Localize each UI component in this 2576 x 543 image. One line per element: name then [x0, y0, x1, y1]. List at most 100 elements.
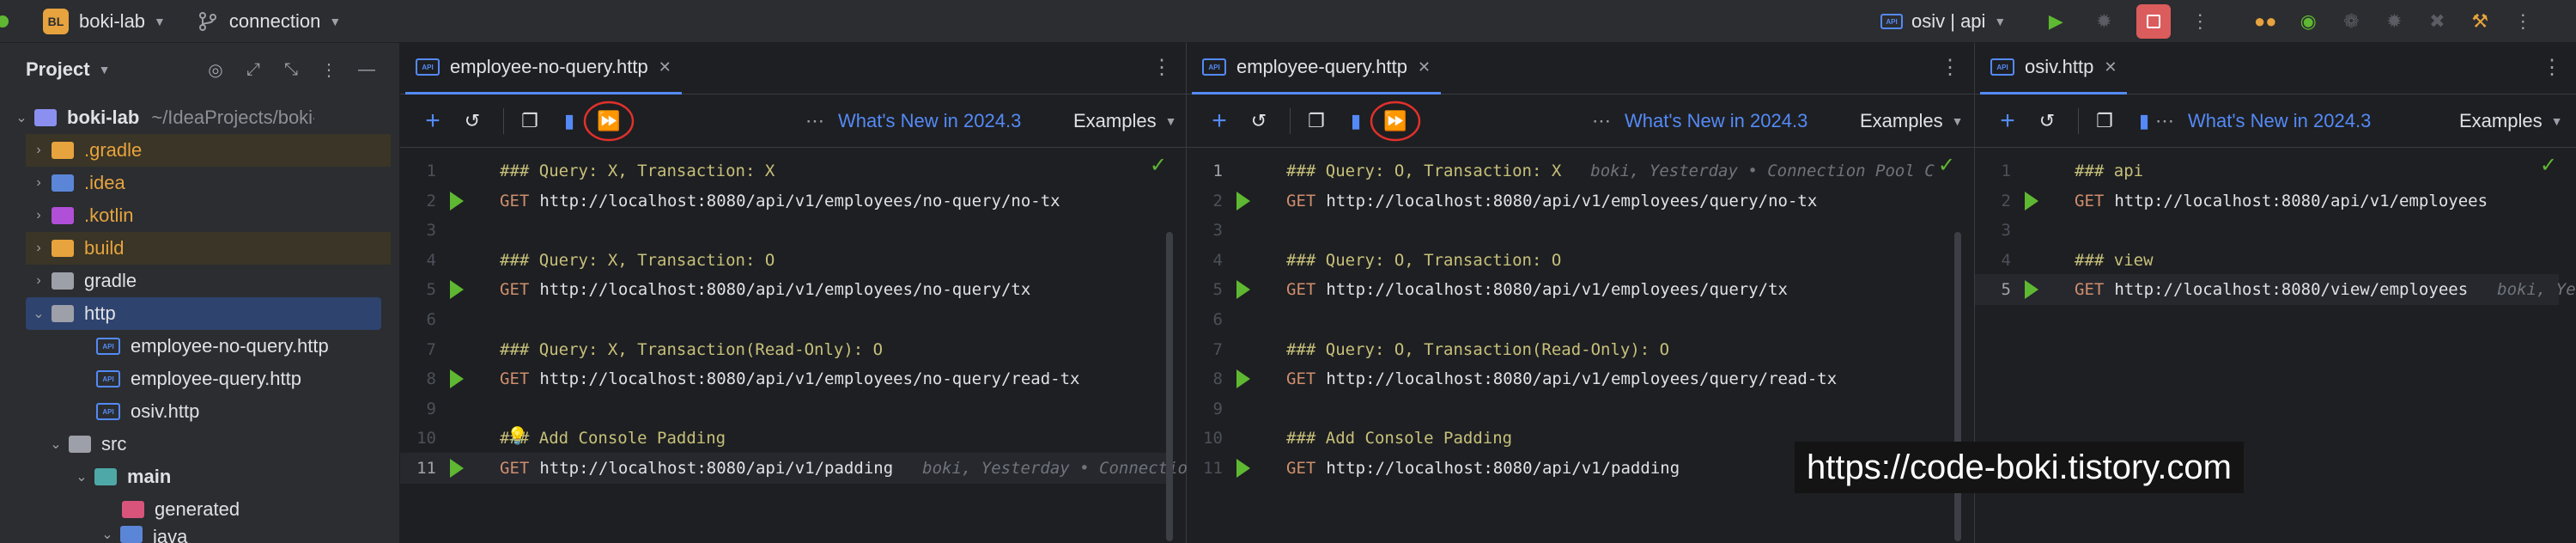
collapse-all-icon[interactable]: ⤡ [278, 57, 304, 82]
project-switcher[interactable]: BL boki-lab ▼ [43, 8, 166, 34]
request-url[interactable]: http://localhost:8080/api/v1/padding [539, 459, 893, 478]
run-request-icon[interactable] [1236, 191, 1250, 210]
locate-icon[interactable]: ◎ [203, 57, 228, 82]
attach-icon[interactable]: ✖ [2421, 6, 2452, 37]
comment-line[interactable]: ### api [2075, 156, 2143, 186]
run-request-icon[interactable] [450, 459, 464, 478]
request-url[interactable]: http://localhost:8080/api/v1/padding [1326, 459, 1680, 478]
close-icon[interactable]: ✕ [1418, 58, 1431, 76]
request-line[interactable]: GET http://localhost:8080/view/employees b… [2075, 275, 2576, 304]
request-line[interactable]: GET http://localhost:8080/api/v1/padding b… [500, 454, 1188, 483]
whats-new-link[interactable]: ⋯ What's New in 2024.3 [805, 110, 1021, 132]
run-icon[interactable]: ▶ [2040, 6, 2071, 37]
request-url[interactable]: http://localhost:8080/view/employees [2114, 280, 2468, 299]
request-line[interactable]: GET http://localhost:8080/api/v1/employee… [1286, 275, 1788, 304]
options-icon[interactable]: ⋮ [316, 57, 342, 82]
examples-dropdown[interactable]: Examples ▼ [1073, 110, 1176, 132]
request-line[interactable]: GET http://localhost:8080/api/v1/padding [1286, 454, 1680, 483]
tab-options-icon[interactable]: ⋮ [2542, 55, 2562, 80]
tree-item-http[interactable]: ⌄ http [26, 297, 381, 330]
tree-item-java[interactable]: ⌄ java [94, 526, 391, 543]
copy-icon[interactable]: ❐ [1299, 104, 1334, 138]
close-icon[interactable]: ✕ [659, 58, 671, 76]
history-icon[interactable]: ↺ [455, 104, 489, 138]
request-line[interactable]: GET http://localhost:8080/api/v1/employee… [500, 364, 1079, 394]
tab-options-icon[interactable]: ⋮ [1151, 55, 1172, 80]
branch-switcher[interactable]: connection ▼ [197, 10, 341, 33]
comment-line[interactable]: ### Query: O, Transaction: X boki, Yester… [1286, 156, 1935, 186]
close-icon[interactable]: ✕ [2104, 58, 2117, 76]
request-url[interactable]: http://localhost:8080/api/v1/employees/q… [1326, 280, 1788, 299]
request-url[interactable]: http://localhost:8080/api/v1/employees/q… [1326, 192, 1817, 210]
run-config-selector[interactable]: API osiv | api ▼ [1880, 10, 2006, 33]
request-line[interactable]: GET http://localhost:8080/api/v1/employee… [500, 275, 1030, 304]
code-with-me-icon[interactable]: ●● [2250, 6, 2281, 37]
profiler-icon[interactable]: ❁ [2336, 6, 2366, 37]
convert-icon[interactable]: ▮ [1339, 104, 1373, 138]
tree-item-osiv[interactable]: API osiv.http [96, 395, 391, 428]
expand-all-icon[interactable]: ⤢ [240, 57, 266, 82]
run-request-icon[interactable] [1236, 369, 1250, 389]
run-request-icon[interactable] [1236, 280, 1250, 300]
comment-line[interactable]: ### Add Console Padding [500, 424, 726, 453]
coverage-icon[interactable]: ✹ [2379, 6, 2409, 37]
convert-icon[interactable]: ▮ [552, 104, 586, 138]
copy-icon[interactable]: ❐ [2087, 104, 2122, 138]
hide-icon[interactable]: — [354, 57, 380, 82]
tree-item-gradle[interactable]: › gradle [26, 265, 391, 297]
comment-line[interactable]: ### Query: X, Transaction: O [500, 246, 775, 275]
tree-item-kotlin[interactable]: › .kotlin [26, 199, 391, 232]
ai-assistant-icon[interactable]: ◉ [2293, 6, 2324, 37]
request-url[interactable]: http://localhost:8080/api/v1/employees/q… [1326, 369, 1837, 388]
comment-line[interactable]: ### Query: O, Transaction(Read-Only): O [1286, 335, 1669, 364]
examples-dropdown[interactable]: Examples ▼ [2459, 110, 2562, 132]
tab-employee-no-query[interactable]: API employee-no-query.http ✕ [405, 43, 682, 95]
history-icon[interactable]: ↺ [2030, 104, 2064, 138]
vertical-scrollbar[interactable] [1166, 232, 1173, 541]
whats-new-link[interactable]: ⋯ What's New in 2024.3 [1592, 110, 1807, 132]
whats-new-link[interactable]: ⋯ What's New in 2024.3 [2155, 110, 2371, 132]
request-url[interactable]: http://localhost:8080/api/v1/employees/n… [539, 369, 1079, 388]
request-line[interactable]: GET http://localhost:8080/api/v1/employee… [2075, 186, 2488, 216]
request-url[interactable]: http://localhost:8080/api/v1/employees/n… [539, 192, 1060, 210]
run-request-icon[interactable] [450, 191, 464, 210]
comment-line[interactable]: ### Query: X, Transaction(Read-Only): O [500, 335, 883, 364]
more-actions-icon[interactable]: ⋮ [2184, 6, 2215, 37]
tree-root-boki-lab[interactable]: ⌄ boki-lab ~/IdeaProjects/boki-lab [9, 101, 391, 134]
comment-line[interactable]: ### Add Console Padding [1286, 424, 1512, 453]
debug-icon[interactable]: ✹ [2088, 6, 2119, 37]
stop-button[interactable] [2136, 4, 2172, 39]
tree-item-employee-no-query[interactable]: API employee-no-query.http [96, 330, 391, 363]
vertical-scrollbar[interactable] [1954, 232, 1961, 541]
lightbulb-icon[interactable]: 💡 [507, 425, 528, 447]
request-url[interactable]: http://localhost:8080/api/v1/employees [2114, 192, 2488, 210]
more-icon[interactable]: ⋮ [2507, 6, 2538, 37]
tree-item-idea[interactable]: › .idea [26, 167, 391, 199]
request-line[interactable]: GET http://localhost:8080/api/v1/employee… [500, 186, 1060, 216]
request-line[interactable]: GET http://localhost:8080/api/v1/employee… [1286, 186, 1817, 216]
copy-icon[interactable]: ❐ [513, 104, 547, 138]
window-dot-icon[interactable] [0, 15, 9, 27]
tree-item-src[interactable]: ⌄ src [43, 428, 391, 461]
comment-line[interactable]: ### Query: O, Transaction: O [1286, 246, 1561, 275]
tab-options-icon[interactable]: ⋮ [1940, 55, 1960, 80]
tab-osiv[interactable]: API osiv.http ✕ [1980, 43, 2128, 95]
run-request-icon[interactable] [2025, 280, 2038, 300]
examples-dropdown[interactable]: Examples ▼ [1860, 110, 1963, 132]
comment-line[interactable]: ### Query: X, Transaction: X [500, 156, 775, 186]
run-request-icon[interactable] [2025, 191, 2038, 210]
run-all-requests-icon[interactable]: ⏩ [1370, 101, 1421, 141]
tree-item-employee-query[interactable]: API employee-query.http [96, 363, 391, 395]
tab-employee-query[interactable]: API employee-query.http ✕ [1192, 43, 1442, 95]
tree-item-main[interactable]: ⌄ main [69, 461, 391, 493]
tree-item-build[interactable]: › build [26, 232, 391, 265]
run-request-icon[interactable] [450, 280, 464, 300]
history-icon[interactable]: ↺ [1242, 104, 1276, 138]
request-line[interactable]: GET http://localhost:8080/api/v1/employee… [1286, 364, 1837, 394]
run-request-icon[interactable] [1236, 459, 1250, 478]
add-request-icon[interactable]: + [1990, 104, 2025, 138]
run-all-requests-icon[interactable]: ⏩ [583, 101, 635, 141]
add-request-icon[interactable]: + [416, 104, 450, 138]
run-request-icon[interactable] [450, 369, 464, 389]
tree-item-gradle-hidden[interactable]: › .gradle [26, 134, 391, 167]
